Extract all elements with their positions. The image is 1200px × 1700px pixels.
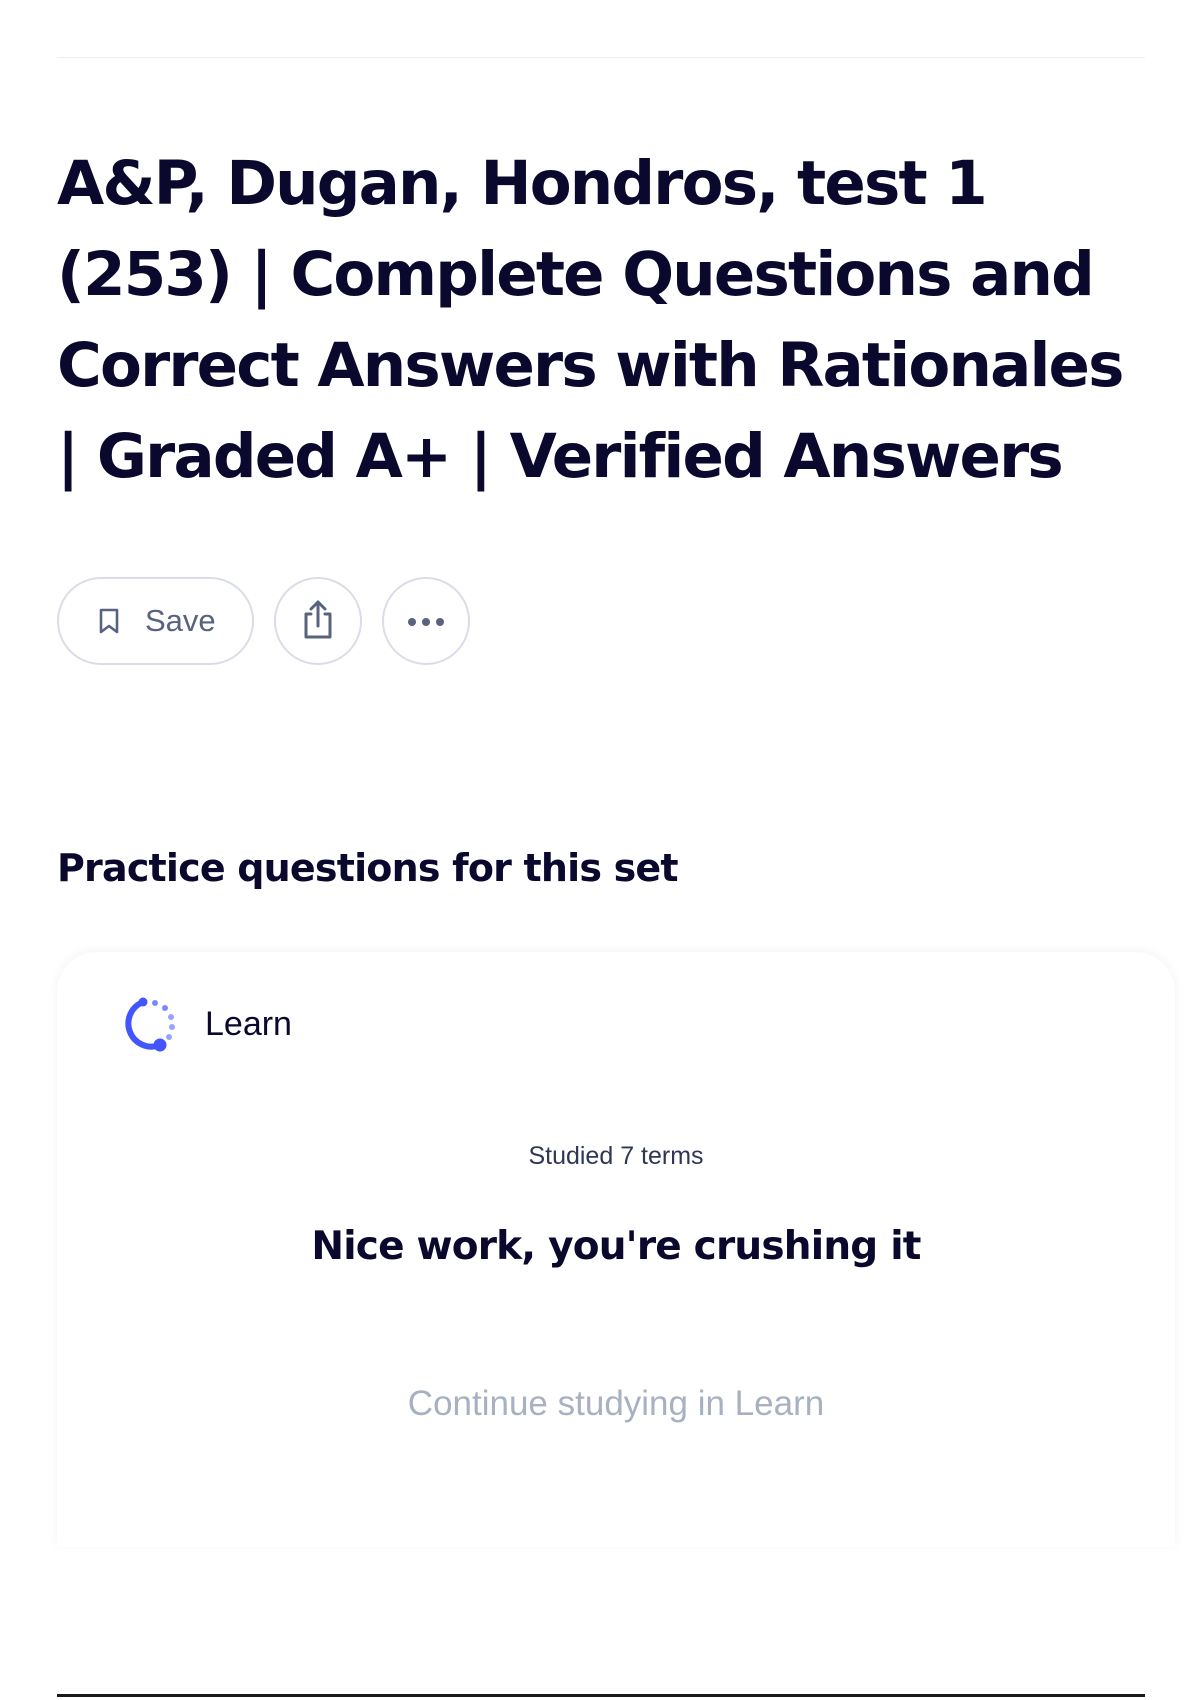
bottom-divider — [57, 1694, 1145, 1697]
progress-message: Nice work, you're crushing it — [311, 1224, 921, 1269]
page-title: A&P, Dugan, Hondros, test 1 (253) | Comp… — [57, 148, 1124, 492]
learn-icon — [117, 992, 181, 1056]
learn-card-header: Learn — [117, 992, 292, 1056]
share-button[interactable] — [274, 577, 362, 665]
more-horizontal-icon — [406, 612, 446, 631]
studied-terms-text: Studied 7 terms — [528, 1142, 704, 1170]
bookmark-icon — [97, 605, 121, 637]
more-options-button[interactable] — [382, 577, 470, 665]
save-button-label: Save — [145, 603, 216, 638]
save-button[interactable]: Save — [57, 577, 254, 665]
learn-mode-label: Learn — [205, 1004, 292, 1043]
share-icon — [298, 597, 338, 645]
top-divider — [57, 57, 1145, 58]
continue-learn-link[interactable]: Continue studying in Learn — [57, 1384, 1175, 1424]
action-bar: Save — [57, 577, 490, 665]
practice-section-heading: Practice questions for this set — [57, 846, 679, 890]
learn-card[interactable]: Learn Studied 7 terms Nice work, you're … — [57, 952, 1175, 1547]
